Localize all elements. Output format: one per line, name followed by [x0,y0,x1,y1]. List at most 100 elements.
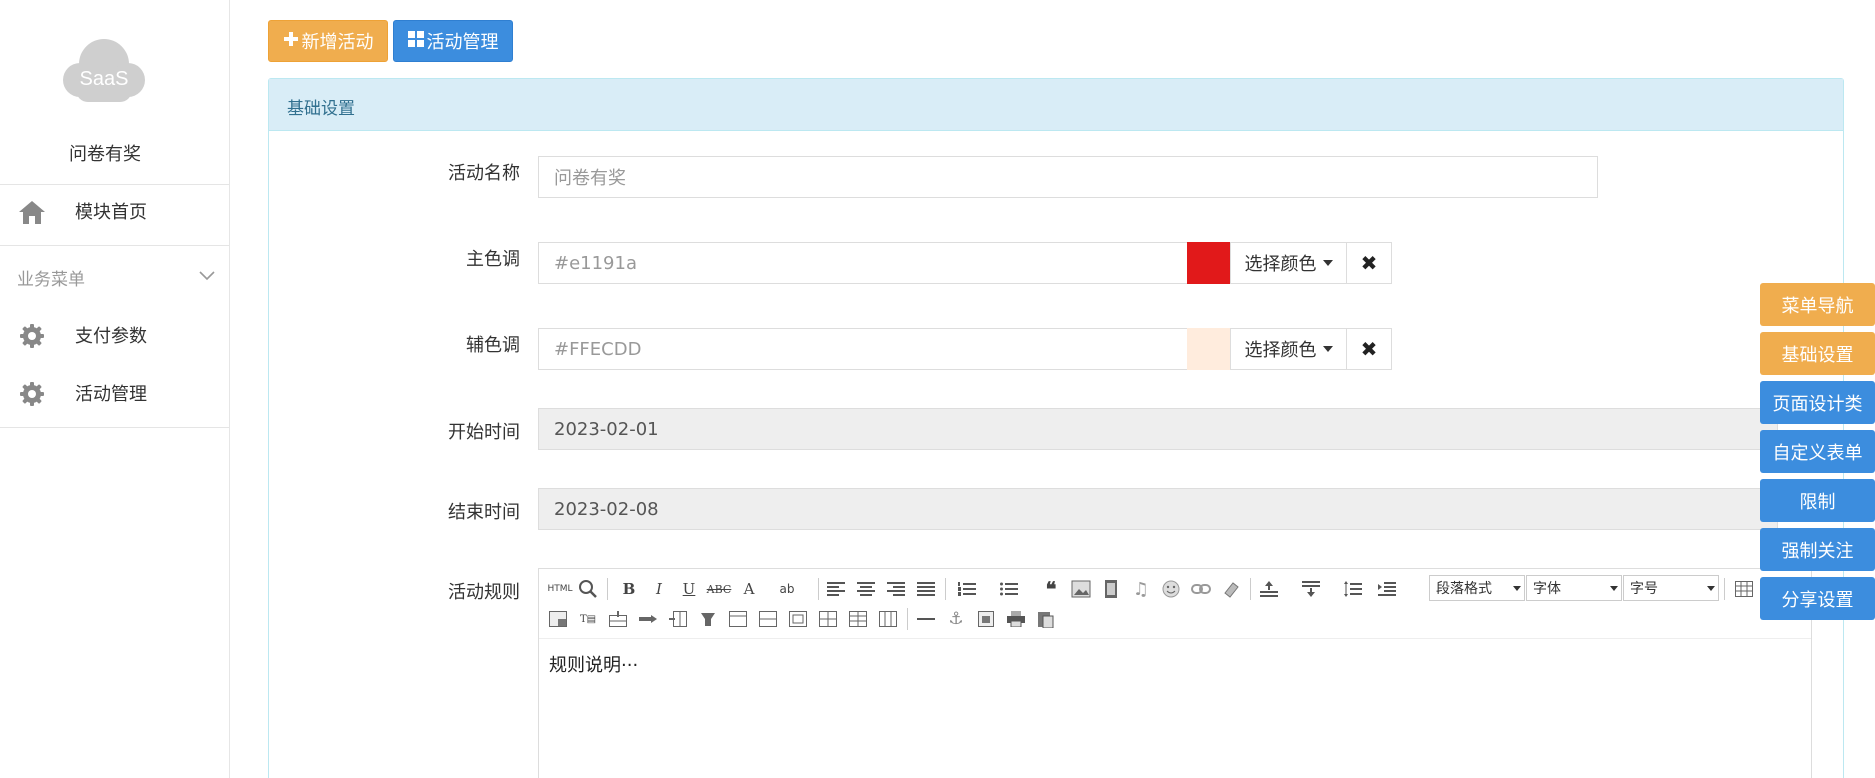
name-label: 活动名称 [448,163,520,184]
font-size-select[interactable]: 字号 [1623,575,1719,601]
blockquote-icon[interactable]: ❝ [1039,577,1063,601]
delete-col-icon[interactable] [696,607,720,631]
row-spacing-top-icon[interactable] [1257,577,1281,601]
float-nav-custom-form[interactable]: 自定义表单 [1760,430,1875,473]
font-family-select[interactable]: 字体 [1526,575,1622,601]
split-cols-icon[interactable] [876,607,900,631]
toolbar-separator [907,608,908,630]
start-time-value: 2023-02-01 [554,418,659,440]
float-nav-menu[interactable]: 菜单导航 [1760,283,1875,326]
rules-editor[interactable]: HTML B I U ABC A ab ❝ ♫ 段落格式 字体 字号 T▤ ⚓ … [538,568,1812,778]
sidebar-item-home[interactable]: 模块首页 [0,186,229,236]
editor-content: 规则说明··· [549,655,639,676]
preview-icon[interactable] [576,577,600,601]
primary-color-input[interactable]: #e1191a [538,242,1188,284]
video-icon[interactable] [1099,577,1123,601]
delete-row-icon[interactable] [636,607,660,631]
float-nav-basic-settings[interactable]: 基础设置 [1760,332,1875,375]
merge-cells-icon[interactable] [726,607,750,631]
panel-header: 基础设置 [269,79,1843,131]
grid-icon [407,30,424,52]
table-props-icon[interactable] [546,607,570,631]
home-icon [18,199,46,225]
emoji-icon[interactable] [1159,577,1183,601]
ordered-list-icon[interactable] [955,577,979,601]
print-icon[interactable] [1004,607,1028,631]
secondary-pick-color-button[interactable]: 选择颜色 [1230,328,1347,370]
app-name: 问卷有奖 [69,144,141,165]
split-cells-icon[interactable] [816,607,840,631]
plus-icon [283,31,299,52]
anchor-icon[interactable]: ⚓ [944,607,968,631]
bold-icon[interactable]: B [617,577,641,601]
sidebar-item-activity[interactable]: 活动管理 [0,368,229,418]
end-time-input[interactable]: 2023-02-08 [538,488,1778,530]
secondary-clear-button[interactable]: ✖ [1346,328,1392,370]
start-time-input[interactable]: 2023-02-01 [538,408,1778,450]
toolbar-separator [945,578,946,600]
underline-icon[interactable]: U [677,577,701,601]
unordered-list-icon[interactable] [997,577,1021,601]
sidebar: SaaS 问卷有奖 模块首页 业务菜单 支付参数 活动管理 [0,0,230,778]
align-center-icon[interactable] [854,577,878,601]
chevron-down-icon [198,267,216,281]
divider [0,245,229,246]
primary-clear-button[interactable]: ✖ [1346,242,1392,284]
date-icon[interactable] [974,607,998,631]
insert-col-icon[interactable] [666,607,690,631]
music-icon[interactable]: ♫ [1129,577,1153,601]
horizontal-rule-icon[interactable] [914,607,938,631]
activity-name-input[interactable]: 问卷有奖 [538,156,1598,198]
add-activity-button[interactable]: 新增活动 [268,20,388,62]
highlight-icon[interactable]: ab [775,577,799,601]
toolbar-separator [607,578,608,600]
table-title-icon[interactable]: T▤ [576,607,600,631]
split-rows-icon[interactable] [846,607,870,631]
sidebar-item-label: 活动管理 [75,384,147,405]
caret-down-icon [1610,586,1618,591]
caret-down-icon [1322,346,1333,352]
editor-toolbar: HTML B I U ABC A ab ❝ ♫ 段落格式 字体 字号 T▤ ⚓ [539,569,1811,639]
sidebar-item-label: 模块首页 [75,202,147,223]
font-family-value: 字体 [1533,581,1561,597]
end-time-label: 结束时间 [448,502,520,523]
logo-text: SaaS [79,68,129,90]
activity-manage-label: 活动管理 [426,32,499,53]
add-activity-label: 新增活动 [301,32,374,53]
sidebar-item-payment[interactable]: 支付参数 [0,310,229,360]
align-left-icon[interactable] [824,577,848,601]
pick-color-label: 选择颜色 [1244,254,1317,275]
line-height-icon[interactable] [1341,577,1365,601]
align-right-icon[interactable] [884,577,908,601]
eraser-icon[interactable] [1219,577,1243,601]
saas-logo: SaaS [56,36,152,106]
secondary-color-input[interactable]: #FFECDD [538,328,1188,370]
font-color-icon[interactable]: A [737,577,761,601]
secondary-color-label: 辅色调 [466,335,520,356]
table-icon[interactable] [1732,577,1756,601]
align-justify-icon[interactable] [914,577,938,601]
html-source-label: HTML [547,584,573,594]
toolbar-separator [1250,578,1251,600]
image-icon[interactable] [1069,577,1093,601]
html-source-button[interactable]: HTML [546,577,574,601]
merge-down-icon[interactable] [786,607,810,631]
paragraph-format-select[interactable]: 段落格式 [1429,575,1525,601]
indent-icon[interactable] [1375,577,1399,601]
insert-row-icon[interactable] [606,607,630,631]
sidebar-group-business[interactable]: 业务菜单 [0,255,229,299]
caret-down-icon [1322,260,1333,266]
strikethrough-icon[interactable]: ABC [707,577,732,601]
activity-manage-button[interactable]: 活动管理 [393,20,513,62]
paste-icon[interactable] [1034,607,1058,631]
merge-right-icon[interactable] [756,607,780,631]
caret-down-icon [1513,586,1521,591]
link-icon[interactable] [1189,577,1213,601]
italic-icon[interactable]: I [647,577,671,601]
float-nav-page-design[interactable]: 页面设计类 [1760,381,1875,424]
float-nav-share-settings[interactable]: 分享设置 [1760,577,1875,620]
float-nav-force-follow[interactable]: 强制关注 [1760,528,1875,571]
row-spacing-bottom-icon[interactable] [1299,577,1323,601]
primary-pick-color-button[interactable]: 选择颜色 [1230,242,1347,284]
float-nav-limit[interactable]: 限制 [1760,479,1875,522]
